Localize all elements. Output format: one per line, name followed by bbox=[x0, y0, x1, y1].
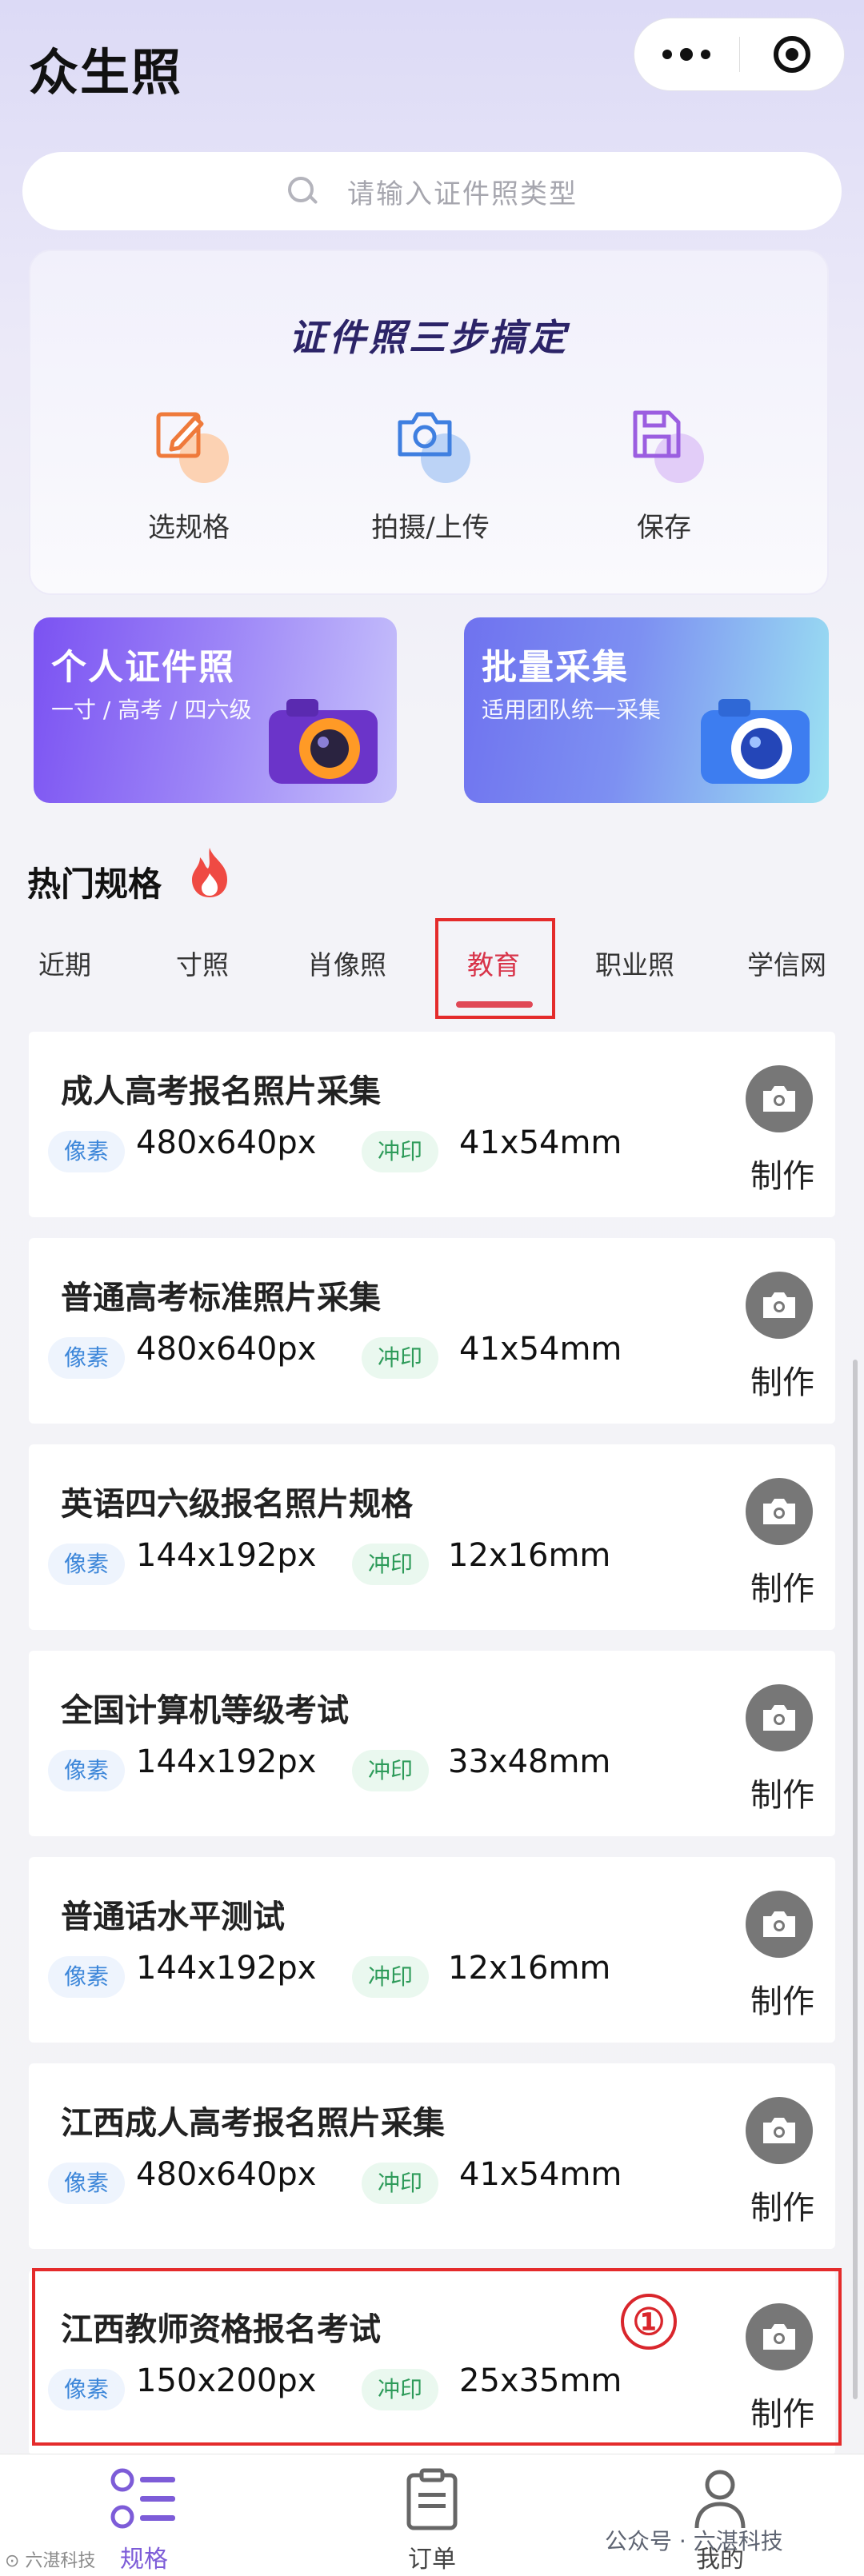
item-name: 成人高考报名照片采集 bbox=[61, 1073, 381, 1110]
category-tabs: 近期 寸照 肖像照 教育 职业照 学信网 bbox=[0, 928, 864, 1024]
scrollbar[interactable] bbox=[853, 1360, 858, 2399]
make-button[interactable]: 制作 bbox=[750, 1150, 814, 1196]
camera-illustration-icon bbox=[269, 699, 378, 784]
list-item[interactable]: 英语四六级报名照片规格 像素 144x192px 冲印 12x16mm 制作 bbox=[29, 1444, 835, 1630]
save-icon bbox=[624, 403, 704, 483]
camera-icon[interactable] bbox=[746, 1684, 813, 1751]
camera-icon[interactable] bbox=[746, 2097, 813, 2164]
app-title: 众生照 bbox=[29, 43, 183, 102]
print-tag: 冲印 bbox=[352, 1750, 430, 1791]
pixel-tag: 像素 bbox=[48, 2163, 126, 2204]
nav-label: 订单 bbox=[408, 2546, 456, 2574]
promo-subtitle: 一寸 / 高考 / 四六级 bbox=[51, 697, 252, 723]
tab-professional[interactable]: 职业照 bbox=[595, 944, 674, 982]
pixel-tag: 像素 bbox=[48, 1750, 126, 1791]
print-tag: 冲印 bbox=[362, 2163, 439, 2204]
tab-underline bbox=[456, 1001, 533, 1008]
clipboard-icon bbox=[406, 2468, 458, 2530]
mini-program-capsule bbox=[634, 18, 845, 91]
pixel-value: 144x192px bbox=[136, 1950, 317, 1987]
print-value: 12x16mm bbox=[448, 1537, 611, 1574]
steps-title: 证件照三步搞定 bbox=[289, 316, 569, 359]
close-mini-program-icon[interactable] bbox=[739, 18, 844, 90]
item-name: 英语四六级报名照片规格 bbox=[61, 1486, 413, 1523]
batch-collection-banner[interactable]: 批量采集 适用团队统一采集 bbox=[464, 617, 829, 803]
tab-chsi[interactable]: 学信网 bbox=[747, 944, 826, 982]
camera-icon[interactable] bbox=[746, 1065, 813, 1132]
pixel-value: 480x640px bbox=[136, 1124, 317, 1161]
edit-icon bbox=[149, 403, 229, 483]
pixel-value: 144x192px bbox=[136, 1537, 317, 1574]
step-shoot-upload: 拍摄/上传 bbox=[334, 403, 526, 545]
tab-portrait[interactable]: 肖像照 bbox=[307, 944, 386, 982]
print-value: 12x16mm bbox=[448, 1950, 611, 1987]
pixel-value: 480x640px bbox=[136, 1331, 317, 1368]
camera-icon bbox=[390, 403, 470, 483]
pixel-tag: 像素 bbox=[48, 1337, 126, 1379]
camera-icon[interactable] bbox=[746, 1478, 813, 1545]
make-button[interactable]: 制作 bbox=[750, 1356, 814, 1403]
make-button[interactable]: 制作 bbox=[750, 1769, 814, 1815]
hot-specs-title: 热门规格 bbox=[27, 865, 162, 904]
user-icon bbox=[694, 2470, 746, 2529]
list-item[interactable]: 普通话水平测试 像素 144x192px 冲印 12x16mm 制作 bbox=[29, 1857, 835, 2043]
print-value: 41x54mm bbox=[459, 1124, 622, 1161]
promo-subtitle: 适用团队统一采集 bbox=[482, 697, 662, 723]
bottom-nav: 规格 订单 我的 bbox=[0, 2454, 864, 2576]
camera-illustration-icon bbox=[701, 699, 810, 784]
print-tag: 冲印 bbox=[352, 1544, 430, 1585]
step-label: 选规格 bbox=[148, 512, 230, 544]
search-bar[interactable]: 请输入证件照类型 bbox=[22, 152, 842, 230]
annotation-marker: ① bbox=[621, 2294, 677, 2350]
promo-title: 批量采集 bbox=[482, 647, 629, 688]
make-button[interactable]: 制作 bbox=[750, 1563, 814, 1609]
flame-icon bbox=[192, 848, 227, 897]
tab-inch-photo[interactable]: 寸照 bbox=[176, 944, 229, 982]
print-tag: 冲印 bbox=[362, 1337, 439, 1379]
search-placeholder: 请输入证件照类型 bbox=[347, 178, 578, 210]
tab-recent[interactable]: 近期 bbox=[38, 944, 91, 982]
step-label: 保存 bbox=[637, 512, 691, 544]
annotation-highlight-box bbox=[32, 2268, 842, 2446]
pixel-value: 144x192px bbox=[136, 1743, 317, 1780]
camera-icon[interactable] bbox=[746, 1891, 813, 1958]
pixel-value: 480x640px bbox=[136, 2156, 317, 2193]
item-name: 普通高考标准照片采集 bbox=[61, 1280, 381, 1316]
promo-title: 个人证件照 bbox=[51, 647, 235, 688]
item-name: 普通话水平测试 bbox=[61, 1899, 285, 1935]
make-button[interactable]: 制作 bbox=[750, 2182, 814, 2228]
list-item[interactable]: 全国计算机等级考试 像素 144x192px 冲印 33x48mm 制作 bbox=[29, 1651, 835, 1836]
print-value: 33x48mm bbox=[448, 1743, 611, 1780]
pixel-tag: 像素 bbox=[48, 1131, 126, 1172]
nav-orders[interactable]: 订单 bbox=[352, 2467, 512, 2574]
step-select-spec: 选规格 bbox=[93, 403, 285, 545]
pixel-tag: 像素 bbox=[48, 1544, 126, 1585]
watermark-left: ⊙ 六湛科技 bbox=[5, 2551, 96, 2571]
camera-icon[interactable] bbox=[746, 1272, 813, 1339]
personal-id-photo-banner[interactable]: 个人证件照 一寸 / 高考 / 四六级 bbox=[34, 617, 397, 803]
list-item[interactable]: 江西成人高考报名照片采集 像素 480x640px 冲印 41x54mm 制作 bbox=[29, 2063, 835, 2249]
step-save: 保存 bbox=[568, 403, 760, 545]
list-icon bbox=[110, 2468, 175, 2529]
print-tag: 冲印 bbox=[352, 1956, 430, 1998]
steps-card: 证件照三步搞定 选规格 拍摄/上传 保存 bbox=[29, 250, 829, 595]
print-value: 41x54mm bbox=[459, 2156, 622, 2193]
app-page: 众生照 请输入证件照类型 证件照三步搞定 选规格 拍摄/上传 保存 个人证件照 … bbox=[0, 0, 864, 2576]
list-item[interactable]: 普通高考标准照片采集 像素 480x640px 冲印 41x54mm 制作 bbox=[29, 1238, 835, 1424]
print-value: 41x54mm bbox=[459, 1331, 622, 1368]
make-button[interactable]: 制作 bbox=[750, 1975, 814, 2022]
nav-me[interactable]: 我的 bbox=[640, 2467, 800, 2574]
pixel-tag: 像素 bbox=[48, 1956, 126, 1998]
item-name: 全国计算机等级考试 bbox=[61, 1692, 349, 1729]
item-name: 江西成人高考报名照片采集 bbox=[61, 2105, 445, 2142]
search-icon bbox=[286, 175, 318, 207]
more-menu-icon[interactable] bbox=[634, 18, 739, 90]
watermark-text: 公众号 · 六湛科技 bbox=[605, 2528, 783, 2554]
tab-education[interactable]: 教育 bbox=[467, 944, 520, 982]
step-label: 拍摄/上传 bbox=[371, 512, 490, 544]
list-item[interactable]: 成人高考报名照片采集 像素 480x640px 冲印 41x54mm 制作 bbox=[29, 1032, 835, 1217]
print-tag: 冲印 bbox=[362, 1131, 439, 1172]
